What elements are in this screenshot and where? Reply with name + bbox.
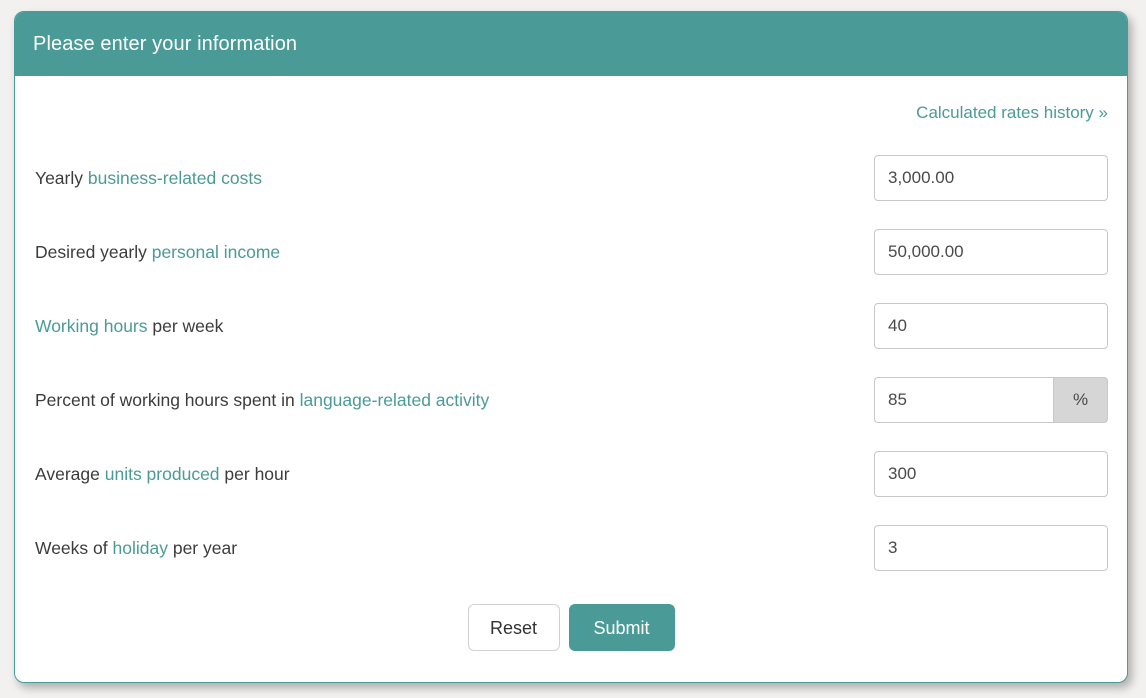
form-row-label: Yearly business-related costs [35, 168, 874, 189]
form-row-label: Working hours per week [35, 316, 874, 337]
submit-button[interactable]: Submit [568, 604, 675, 651]
information-form-card: Please enter your information Calculated… [14, 11, 1128, 683]
field-wrapper [874, 229, 1108, 275]
label-term-link[interactable]: personal income [152, 242, 280, 262]
label-prefix-text: Desired yearly [35, 241, 152, 262]
form-row-label: Percent of working hours spent in langua… [35, 390, 874, 411]
field-wrapper: % [874, 377, 1108, 423]
label-suffix-text: per hour [219, 463, 290, 484]
label-prefix-text: Weeks of [35, 537, 113, 558]
form-row-input[interactable] [874, 155, 1108, 201]
form-actions: Reset Submit [15, 604, 1127, 651]
form-row-label: Average units produced per hour [35, 464, 874, 485]
percent-addon: % [1053, 377, 1108, 423]
label-term-link[interactable]: units produced [105, 464, 220, 484]
form-row: Yearly business-related costs [15, 141, 1127, 215]
form-row-input[interactable] [874, 303, 1108, 349]
form-row-input[interactable] [874, 377, 1053, 423]
label-term-link[interactable]: Working hours [35, 316, 148, 336]
label-prefix-text: Average [35, 463, 105, 484]
field-wrapper [874, 303, 1108, 349]
page-title: Please enter your information [33, 32, 298, 55]
card-body: Calculated rates history » Yearly busine… [15, 76, 1127, 682]
field-wrapper [874, 155, 1108, 201]
reset-button[interactable]: Reset [467, 604, 560, 651]
label-term-link[interactable]: holiday [113, 538, 168, 558]
form-row-input[interactable] [874, 451, 1108, 497]
form-row: Weeks of holiday per year [15, 511, 1127, 585]
form-row-label: Desired yearly personal income [35, 242, 874, 263]
form-row: Percent of working hours spent in langua… [15, 363, 1127, 437]
label-prefix-text: Percent of working hours spent in [35, 389, 300, 410]
label-term-link[interactable]: business-related costs [88, 168, 262, 188]
form-row: Working hours per week [15, 289, 1127, 363]
label-suffix-text: per week [147, 315, 224, 336]
form-row-input[interactable] [874, 229, 1108, 275]
calculated-rates-history-link[interactable]: Calculated rates history » [916, 103, 1108, 123]
history-link-row: Calculated rates history » [15, 76, 1127, 123]
label-prefix-text: Yearly [35, 167, 88, 188]
label-term-link[interactable]: language-related activity [300, 390, 490, 410]
form-rows: Yearly business-related costs Desired yea… [15, 141, 1127, 585]
form-row-label: Weeks of holiday per year [35, 538, 874, 559]
card-header: Please enter your information [15, 12, 1127, 76]
field-wrapper [874, 451, 1108, 497]
form-row: Desired yearly personal income [15, 215, 1127, 289]
form-row-input[interactable] [874, 525, 1108, 571]
field-wrapper [874, 525, 1108, 571]
label-suffix-text: per year [167, 537, 238, 558]
form-row: Average units produced per hour [15, 437, 1127, 511]
